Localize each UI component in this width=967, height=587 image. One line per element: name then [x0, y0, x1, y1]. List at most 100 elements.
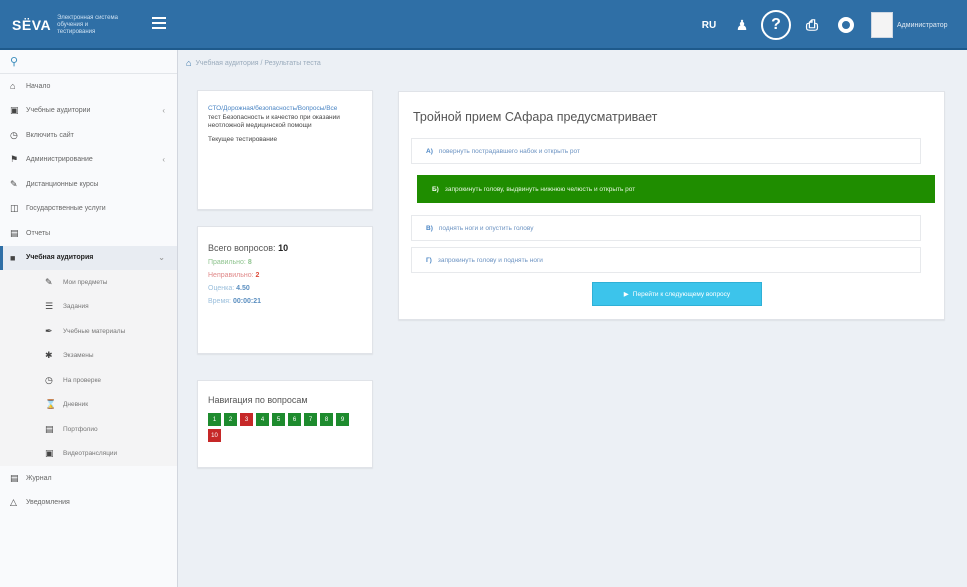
- timer-icon: ◷: [45, 374, 53, 385]
- stat-correct-value: 8: [247, 259, 252, 266]
- answer-text: повернуть пострадавшего набок и открыть …: [438, 147, 580, 155]
- clock-icon: ◷: [10, 129, 18, 140]
- sidebar-item-public-services[interactable]: ◫ Государственные услуги: [0, 197, 177, 222]
- next-question-button[interactable]: ▶ Перейти к следующему вопросу: [592, 282, 762, 306]
- sidebar-subitem-exams[interactable]: ✱ Экзамены: [0, 343, 177, 368]
- pencil-icon: ✎: [10, 178, 18, 189]
- book-icon: ▣: [10, 105, 19, 116]
- question-nav-6[interactable]: 6: [288, 413, 301, 426]
- lifebuoy-icon[interactable]: [829, 0, 863, 50]
- question-box: Тройной прием САфара предусматривает А) …: [398, 91, 945, 320]
- top-navbar: SЁVA Электронная система обучения и тест…: [0, 0, 967, 50]
- test-status: Текущее тестирование: [208, 136, 278, 143]
- answer-letter: В): [426, 224, 433, 232]
- sidebar-subitem-tasks[interactable]: ☰ Задания: [0, 294, 177, 319]
- home-icon: ⌂: [10, 81, 16, 92]
- breadcrumb-path[interactable]: Учебная аудитория / Результаты теста: [195, 60, 320, 67]
- answer-text: запрокинуть голову, выдвинуть нижнюю чел…: [444, 185, 636, 193]
- question-nav-7[interactable]: 7: [304, 413, 317, 426]
- sidebar-subitem-video[interactable]: ▣ Видеотрансляции: [0, 441, 177, 466]
- sidebar-item-distance-courses[interactable]: ✎ Дистанционные курсы: [0, 172, 177, 197]
- help-icon: ?: [761, 10, 791, 40]
- bell-icon: △: [10, 497, 17, 508]
- next-question-label: Перейти к следующему вопросу: [632, 290, 731, 298]
- journal-icon: ▤: [10, 472, 19, 483]
- logo-subtitle: Электронная система обучения и тестирова…: [57, 14, 118, 35]
- sidebar-item-reports[interactable]: ▤ Отчеты: [0, 221, 177, 246]
- sidebar: ⚲ ⌂ Начало ▣ Учебные аудитории ‹ ◷ Включить …: [0, 50, 178, 587]
- menu-icon[interactable]: [152, 17, 166, 31]
- answer-letter: А): [426, 147, 433, 155]
- answer-letter: Б): [432, 185, 439, 193]
- stat-correct: Правильно: 8: [208, 259, 252, 266]
- question-navigation-title: Навигация по вопросам: [208, 395, 308, 405]
- sidebar-subitem-under-review[interactable]: ◷ На проверке: [0, 368, 177, 393]
- account-name: Администратор: [897, 21, 948, 29]
- question-nav-1[interactable]: 1: [208, 413, 221, 426]
- question-nav-10[interactable]: 10: [208, 429, 221, 442]
- answer-option-b[interactable]: Б) запрокинуть голову, выдвинуть нижнюю …: [417, 175, 935, 203]
- stat-time-value: 00:00:21: [232, 298, 261, 305]
- question-nav-5[interactable]: 5: [272, 413, 285, 426]
- test-link[interactable]: СТО/Дорожная/безопасность/Вопросы/Все: [208, 105, 362, 113]
- account-menu[interactable]: Администратор: [863, 0, 967, 50]
- help-button[interactable]: ?: [757, 0, 795, 50]
- sidebar-item-journal[interactable]: ▤ Журнал: [0, 466, 177, 491]
- document-icon: ▤: [45, 423, 54, 434]
- sidebar-search-icon[interactable]: ⚲: [0, 50, 177, 74]
- user-icon[interactable]: ♟: [727, 0, 757, 50]
- stat-wrong-value: 2: [255, 272, 260, 279]
- building-icon: ◫: [10, 203, 19, 214]
- stat-grade: Оценка: 4.50: [208, 285, 250, 292]
- question-nav-4[interactable]: 4: [256, 413, 269, 426]
- sidebar-subitem-portfolio[interactable]: ▤ Портфолио: [0, 417, 177, 442]
- logo[interactable]: SЁVA Электронная система обучения и тест…: [12, 13, 127, 37]
- chevron-left-icon: ‹: [162, 106, 165, 116]
- list-icon: ☰: [45, 301, 54, 312]
- print-icon[interactable]: ⎙: [795, 0, 829, 50]
- answer-text: запрокинуть голову и поднять ноги: [437, 256, 543, 264]
- question-nav-3[interactable]: 3: [240, 413, 253, 426]
- answer-letter: Г): [426, 256, 432, 264]
- pencil-icon: ✒: [45, 325, 53, 336]
- asterisk-icon: ✱: [45, 350, 53, 361]
- breadcrumb: ⌂ Учебная аудитория / Результаты теста: [186, 56, 321, 70]
- sidebar-item-notifications[interactable]: △ Уведомления: [0, 491, 177, 516]
- home-icon[interactable]: ⌂: [186, 58, 191, 68]
- avatar: [871, 12, 893, 38]
- logo-word: SЁVA: [12, 17, 52, 33]
- stat-grade-value: 4.50: [236, 285, 250, 292]
- question-nav-9[interactable]: 9: [336, 413, 349, 426]
- sidebar-subitem-my-subjects[interactable]: ✎ Мои предметы: [0, 270, 177, 295]
- sidebar-subitem-diary[interactable]: ⌛ Дневник: [0, 392, 177, 417]
- sidebar-item-administration[interactable]: ⚑ Администрирование ‹: [0, 148, 177, 173]
- language-switch[interactable]: RU: [691, 0, 727, 50]
- question-nav-2[interactable]: 2: [224, 413, 237, 426]
- chart-icon: ▤: [10, 227, 19, 238]
- stat-total-value: 10: [278, 243, 289, 253]
- answer-option-a[interactable]: А) повернуть пострадавшего набок и откры…: [411, 138, 921, 164]
- sidebar-item-classroom[interactable]: ■ Учебная аудитория ⌄: [0, 245, 177, 270]
- sidebar-item-home[interactable]: ⌂ Начало: [0, 74, 177, 99]
- briefcase-icon: ■: [10, 252, 16, 263]
- question-navigation-grid: 1 2 3 4 5 6 7 8 9 10: [208, 413, 358, 442]
- sidebar-subitem-materials[interactable]: ✒ Учебные материалы: [0, 319, 177, 344]
- test-description: тест Безопасность и качество при оказани…: [208, 114, 340, 129]
- answer-text: поднять ноги и опустить голову: [438, 224, 534, 232]
- stat-wrong: Неправильно: 2: [208, 272, 260, 279]
- sidebar-item-enable-site[interactable]: ◷ Включить сайт: [0, 123, 177, 148]
- answer-option-c[interactable]: В) поднять ноги и опустить голову: [411, 215, 921, 241]
- test-info-box: СТО/Дорожная/безопасность/Вопросы/Все те…: [197, 90, 373, 210]
- edit-icon: ✎: [45, 276, 53, 287]
- answer-option-d[interactable]: Г) запрокинуть голову и поднять ноги: [411, 247, 921, 273]
- play-icon: ▶: [623, 291, 629, 298]
- question-title: Тройной прием САфара предусматривает: [413, 110, 658, 124]
- video-icon: ▣: [45, 448, 54, 459]
- chevron-down-icon: ⌄: [158, 253, 165, 263]
- hourglass-icon: ⌛: [45, 399, 57, 410]
- sidebar-item-classrooms[interactable]: ▣ Учебные аудитории ‹: [0, 99, 177, 124]
- question-nav-8[interactable]: 8: [320, 413, 333, 426]
- flag-icon: ⚑: [10, 154, 19, 165]
- top-right-controls: RU ♟ ? ⎙ Администратор: [691, 0, 967, 50]
- stat-total: Всего вопросов: 10: [208, 243, 289, 253]
